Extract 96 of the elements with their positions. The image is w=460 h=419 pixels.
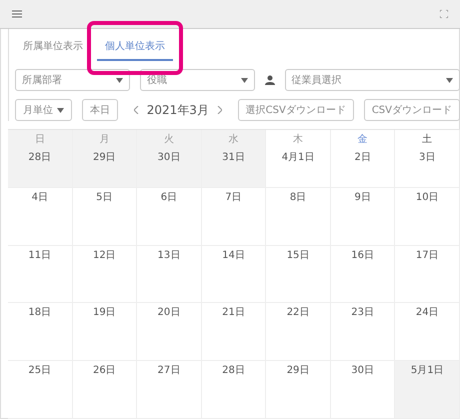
download-button[interactable]: CSVダウンロード [364,99,460,121]
day-number: 28日 [28,151,52,164]
day-cell[interactable]: 23日 [330,303,396,362]
day-cell[interactable]: 7日 [202,188,266,246]
day-cell[interactable]: 19日 [72,303,138,362]
day-cell[interactable]: 14日 [202,246,266,304]
day-cell[interactable]: 6日 [137,188,202,246]
tab[interactable]: 個人単位表示 [97,35,173,61]
day-number: 12日 [92,248,116,262]
day-cell[interactable]: 20日 [137,303,202,362]
day-number: 30日 [158,151,180,164]
day-number: 19日 [92,306,116,320]
day-cell[interactable]: 12日 [72,246,138,304]
day-cell[interactable]: 16日 [330,246,396,304]
weekday-label: 水 [228,132,238,146]
day-cell[interactable]: 土 3日 [395,130,460,188]
caret-icon [57,108,64,112]
day-number: 3日 [419,151,436,164]
day-cell[interactable]: 8日 [266,188,331,246]
day-cell[interactable]: 28日 [202,361,266,419]
day-number: 10日 [416,190,439,204]
day-number: 29日 [92,151,116,164]
chevron-right-icon[interactable] [216,106,222,114]
weekday-label: 月 [99,133,110,146]
day-number: 25日 [28,364,52,378]
day-cell[interactable]: 9日 [330,188,396,246]
day-number: 27日 [158,364,180,378]
day-cell[interactable]: 29日 [266,361,331,419]
weekday-label: 日 [34,133,45,146]
day-cell[interactable]: 18日 [8,303,73,362]
day-cell[interactable]: 17日 [395,246,460,304]
caret-icon [116,78,123,82]
day-cell[interactable]: 日 28日 [8,130,73,188]
day-number: 13日 [158,248,180,262]
view-dropdown[interactable]: 月単位 [15,99,72,121]
day-number: 2日 [354,151,371,164]
day-number: 16日 [351,248,374,262]
select-field[interactable]: 役職 [140,69,255,91]
today-button[interactable]: 本日 [82,99,118,121]
day-number: 9日 [354,190,371,204]
weekday-label: 火 [164,132,174,146]
day-number: 21日 [222,306,245,320]
day-cell[interactable]: 11日 [8,246,73,304]
day-cell[interactable]: 10日 [395,188,460,246]
day-cell[interactable]: 30日 [330,361,396,419]
day-cell[interactable]: 25日 [8,361,73,419]
day-cell[interactable]: 木 4月1日 [266,130,331,188]
caret-icon [240,78,248,82]
day-cell[interactable]: 15日 [266,246,331,304]
day-number: 4日 [32,190,48,204]
weekday-label: 土 [422,132,432,146]
person-icon [264,75,275,85]
day-number: 8日 [290,190,306,204]
day-cell[interactable]: 24日 [395,303,460,362]
day-cell[interactable]: 月 29日 [72,130,138,188]
day-cell[interactable]: 水 31日 [202,130,266,188]
day-number: 22日 [286,306,310,320]
day-number: 7日 [225,190,242,204]
day-cell[interactable]: 4日 [8,188,73,246]
day-cell[interactable]: 5月1日 [395,361,460,419]
day-number: 6日 [160,190,178,204]
day-cell[interactable]: 22日 [266,303,331,362]
chevron-left-icon[interactable] [134,106,139,114]
menu-icon[interactable] [12,10,22,18]
day-number: 11日 [28,248,52,262]
day-number: 23日 [351,306,374,320]
weekday-label: 木 [293,132,304,146]
day-number: 18日 [28,306,52,320]
day-number: 17日 [416,248,439,262]
day-number: 31日 [222,151,245,164]
weekday-label: 金 [358,133,368,146]
caret-icon [446,78,453,82]
day-number: 5月1日 [410,364,444,378]
tab[interactable]: 所属単位表示 [15,35,91,61]
day-number: 20日 [158,306,180,320]
day-number: 4月1日 [282,151,314,164]
day-number: 24日 [416,306,439,320]
day-number: 15日 [286,248,310,262]
day-cell[interactable]: 5日 [72,188,138,246]
day-number: 29日 [286,364,310,378]
day-cell[interactable]: 21日 [202,303,266,362]
day-cell[interactable]: 26日 [72,361,138,419]
day-cell[interactable]: 火 30日 [137,130,202,188]
day-number: 28日 [222,364,245,378]
fullscreen-icon[interactable] [440,10,448,18]
day-number: 14日 [222,248,245,262]
month-title: 2021年3月 [146,102,209,118]
day-number: 26日 [92,364,116,378]
day-number: 30日 [351,364,374,378]
select-field[interactable]: 従業員選択 [284,69,460,91]
day-number: 5日 [96,190,113,204]
day-cell[interactable]: 金 2日 [330,130,396,188]
day-cell[interactable]: 13日 [137,246,202,304]
select-field[interactable]: 所属部署 [15,69,130,91]
download-button[interactable]: 選択CSVダウンロード [238,99,354,121]
day-cell[interactable]: 27日 [137,361,202,419]
